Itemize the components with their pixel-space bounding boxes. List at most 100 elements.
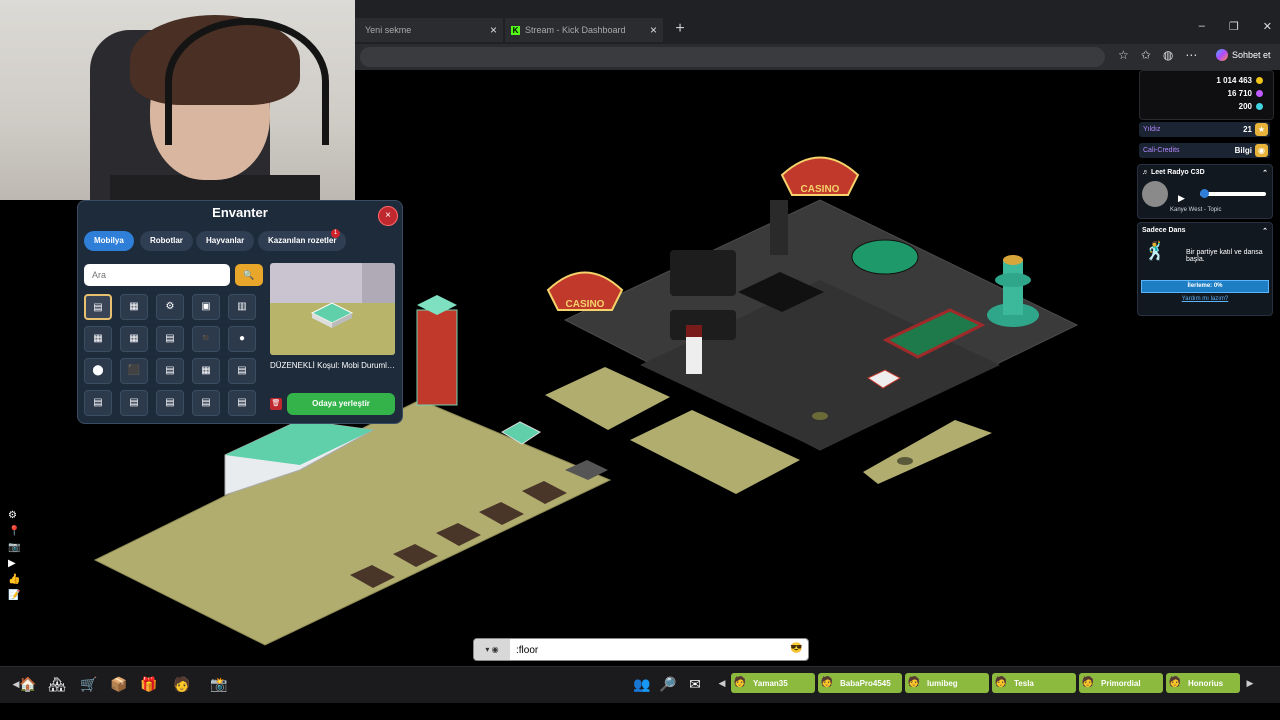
close-window-icon[interactable]: ✕ xyxy=(1263,20,1272,33)
home-icon[interactable]: 🏠 xyxy=(16,672,40,696)
friends-prev-button[interactable]: ◀ xyxy=(716,673,728,693)
emoji-icon[interactable]: 😎 xyxy=(790,643,802,654)
tab-bots[interactable]: Robotlar xyxy=(140,231,193,251)
friend-card[interactable]: 🧑 BabaPro4545 xyxy=(818,673,902,693)
search-button[interactable]: 🔍 xyxy=(235,264,263,286)
more-icon[interactable]: ⋯ xyxy=(1185,48,1197,62)
stars-bar[interactable]: Yıldız 21 ★ xyxy=(1139,122,1270,137)
poker-table[interactable] xyxy=(851,239,919,275)
chevron-up-icon[interactable]: ⌃ xyxy=(1262,169,1268,177)
inventory-slot[interactable]: ▤ xyxy=(228,390,256,416)
inventory-slot[interactable]: ● xyxy=(228,326,256,352)
url-input[interactable] xyxy=(360,47,1105,67)
radio-header[interactable]: ♬ Leet Radyo C3D ⌃ xyxy=(1142,169,1268,177)
restore-icon[interactable]: ❐ xyxy=(1229,20,1239,33)
casino-sign-2[interactable]: CASINO xyxy=(780,156,860,196)
casino-sign-text: CASINO xyxy=(566,299,605,310)
place-in-room-button[interactable]: Odaya yerleştir xyxy=(287,393,395,415)
inventory-slot[interactable]: ▤ xyxy=(156,390,184,416)
camera-icon[interactable]: 📸 xyxy=(207,672,231,696)
inventory-slot[interactable]: ▤ xyxy=(156,326,184,352)
chat-input[interactable] xyxy=(514,641,778,660)
rooms-icon[interactable]: 🏘 xyxy=(45,672,69,696)
tab-pets[interactable]: Hayvanlar xyxy=(196,231,255,251)
npc-avatar[interactable] xyxy=(770,200,788,255)
inventory-slot[interactable]: ▤ xyxy=(120,390,148,416)
dance-progress-bar: İlerleme: 0% xyxy=(1141,280,1269,293)
inventory-slot[interactable]: ▤ xyxy=(156,358,184,384)
furniture-tower[interactable] xyxy=(416,295,458,406)
gifts-icon[interactable]: 🎁 xyxy=(137,672,161,696)
chat-style-selector[interactable]: ▾ ◉ xyxy=(474,639,510,660)
friend-card[interactable]: 🧑 lumibeg xyxy=(905,673,989,693)
inventory-slot[interactable]: ⬛ xyxy=(120,358,148,384)
inventory-slot[interactable]: ▤ xyxy=(192,390,220,416)
inventory-icon[interactable]: 📦 xyxy=(107,672,131,696)
close-tab-icon[interactable]: × xyxy=(490,23,497,37)
pin-icon[interactable]: 📍 xyxy=(8,526,20,537)
profile-icon[interactable]: ◍ xyxy=(1163,48,1173,62)
help-link[interactable]: Yardım mı lazım? xyxy=(1138,296,1272,302)
star-icon[interactable]: ☆ xyxy=(1118,48,1129,62)
inventory-slot[interactable]: ⚙ xyxy=(156,294,184,320)
trash-icon[interactable]: 🗑 xyxy=(270,398,282,410)
inventory-slot[interactable]: ▤ xyxy=(84,294,112,320)
volume-slider[interactable] xyxy=(1200,192,1266,196)
floor-marker xyxy=(812,412,828,420)
tab-furniture[interactable]: Mobilya xyxy=(84,231,134,251)
close-tab-icon[interactable]: × xyxy=(650,23,657,37)
volume-knob[interactable] xyxy=(1200,189,1209,198)
friend-avatar: 🧑 xyxy=(1081,677,1095,688)
camera-icon[interactable]: 📷 xyxy=(8,542,20,553)
new-tab-button[interactable]: + xyxy=(670,18,690,42)
inventory-slot[interactable]: ▦ xyxy=(120,326,148,352)
duckets-value: 16 710 xyxy=(1227,89,1252,98)
copilot-button[interactable]: Sohbet et xyxy=(1216,49,1271,61)
friend-name: Tesla xyxy=(1014,678,1034,688)
profile-avatar-icon[interactable]: 🧑 xyxy=(170,672,194,696)
cali-credits-bar[interactable]: Cali-Credits Bilgi ◉ xyxy=(1139,143,1270,158)
tab-yeni-sekme[interactable]: Yeni sekme × xyxy=(355,18,503,42)
close-button[interactable]: × xyxy=(378,206,398,226)
settings-icon[interactable]: ⚙ xyxy=(8,510,20,521)
radio-track: Kanye West - Topic xyxy=(1170,207,1222,213)
casino-sign-1[interactable]: CASINO xyxy=(546,271,624,311)
credits-value: 1 014 463 xyxy=(1216,76,1252,85)
youtube-icon[interactable]: ▶ xyxy=(8,558,20,569)
sofa-2[interactable] xyxy=(670,310,736,340)
friend-card[interactable]: 🧑 Honorius xyxy=(1166,673,1240,693)
friend-card[interactable]: 🧑 Primordial xyxy=(1079,673,1163,693)
friends-next-button[interactable]: ▶ xyxy=(1244,673,1256,693)
inventory-slot[interactable]: ▣ xyxy=(192,294,220,320)
inventory-slot[interactable]: ▥ xyxy=(228,294,256,320)
diamonds-icon xyxy=(1256,103,1263,110)
chevron-up-icon[interactable]: ⌃ xyxy=(1262,227,1268,235)
dance-title: Sadece Dans xyxy=(1142,227,1186,234)
catalog-icon[interactable]: 🛒 xyxy=(77,672,101,696)
cali-credits-label: Cali-Credits xyxy=(1143,147,1180,154)
search-input[interactable] xyxy=(84,264,230,286)
dance-header[interactable]: Sadece Dans ⌃ xyxy=(1142,227,1268,235)
inventory-slot[interactable]: ▤ xyxy=(84,390,112,416)
search-icon[interactable]: 🔎 xyxy=(656,672,680,696)
play-icon[interactable]: ▶ xyxy=(1178,193,1185,204)
friend-name: Honorius xyxy=(1188,678,1224,688)
friend-card[interactable]: 🧑 Tesla xyxy=(992,673,1076,693)
friend-card[interactable]: 🧑 Yaman35 xyxy=(731,673,815,693)
inventory-slot[interactable]: ▦ xyxy=(120,294,148,320)
messages-icon[interactable]: ✉ xyxy=(683,672,707,696)
sofa[interactable] xyxy=(670,250,736,296)
inventory-slot[interactable]: ▦ xyxy=(192,358,220,384)
inventory-slot[interactable]: ▤ xyxy=(228,358,256,384)
inventory-slot[interactable]: ◾ xyxy=(192,326,220,352)
tab-kick-dashboard[interactable]: K Stream - Kick Dashboard × xyxy=(505,18,663,42)
favorites-icon[interactable]: ✩ xyxy=(1141,48,1151,62)
tab-label: Stream - Kick Dashboard xyxy=(525,25,626,35)
like-icon[interactable]: 👍 xyxy=(8,574,20,585)
avatar[interactable] xyxy=(686,332,702,374)
note-icon[interactable]: 📝 xyxy=(8,590,20,601)
inventory-slot[interactable]: ⬤ xyxy=(84,358,112,384)
inventory-slot[interactable]: ▦ xyxy=(84,326,112,352)
friends-icon[interactable]: 👥 xyxy=(630,672,654,696)
minimize-icon[interactable]: – xyxy=(1199,20,1205,33)
